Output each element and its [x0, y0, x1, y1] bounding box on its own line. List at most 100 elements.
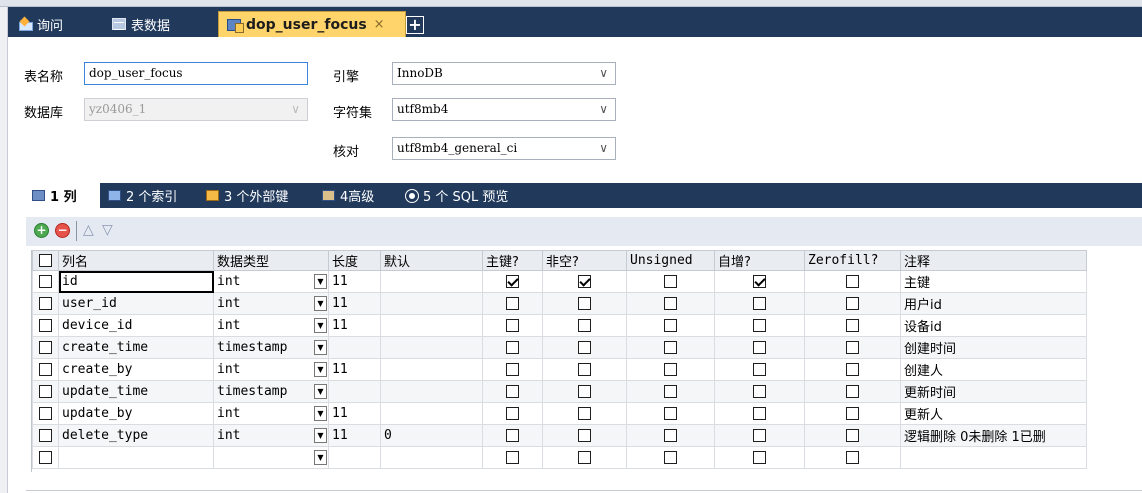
row-select-checkbox[interactable]	[39, 451, 52, 464]
primary-key-cell[interactable]	[482, 270, 543, 293]
auto-increment-cell[interactable]	[714, 270, 805, 293]
row-select-checkbox-cell[interactable]	[32, 336, 59, 359]
default-cell[interactable]	[380, 292, 483, 315]
not-null-checkbox[interactable]	[578, 451, 591, 464]
add-column-button[interactable]: +	[34, 223, 49, 238]
zerofill-cell[interactable]	[804, 446, 901, 469]
row-select-checkbox-cell[interactable]	[32, 314, 59, 337]
unsigned-cell[interactable]	[626, 446, 715, 469]
default-cell[interactable]	[380, 446, 483, 469]
dropdown-arrow-icon[interactable]: ▼	[314, 428, 327, 443]
row-select-checkbox-cell[interactable]	[32, 270, 59, 293]
zerofill-checkbox[interactable]	[846, 275, 859, 288]
not-null-checkbox[interactable]	[578, 429, 591, 442]
length-cell[interactable]: 11	[328, 424, 381, 447]
data-type-cell[interactable]: int ▼	[213, 424, 329, 447]
data-type-cell[interactable]: int ▼	[213, 314, 329, 337]
zerofill-checkbox[interactable]	[846, 429, 859, 442]
comment-cell[interactable]: 用户id	[900, 292, 1087, 315]
auto-increment-checkbox[interactable]	[753, 385, 766, 398]
primary-key-checkbox[interactable]	[506, 429, 519, 442]
primary-key-cell[interactable]	[482, 446, 543, 469]
unsigned-checkbox[interactable]	[664, 407, 677, 420]
subtab-sql-preview[interactable]: 5 个 SQL 预览	[400, 183, 550, 208]
unsigned-cell[interactable]	[626, 380, 715, 403]
zerofill-cell[interactable]	[804, 336, 901, 359]
primary-key-checkbox[interactable]	[506, 407, 519, 420]
not-null-cell[interactable]	[542, 380, 627, 403]
delete-column-button[interactable]: −	[55, 223, 70, 238]
move-up-button[interactable]: △	[83, 222, 94, 238]
unsigned-checkbox[interactable]	[664, 385, 677, 398]
row-select-checkbox[interactable]	[39, 319, 52, 332]
auto-increment-cell[interactable]	[714, 358, 805, 381]
table-row[interactable]: delete_type int ▼ 11 0 逻辑删除 0未删除 1已删	[32, 424, 1087, 447]
zerofill-cell[interactable]	[804, 402, 901, 425]
select-all-checkbox[interactable]	[39, 254, 52, 267]
column-name-cell[interactable]: device_id	[58, 314, 214, 337]
primary-key-checkbox[interactable]	[506, 297, 519, 310]
table-row[interactable]: user_id int ▼ 11 用户id	[32, 292, 1087, 315]
table-row[interactable]: device_id int ▼ 11 设备id	[32, 314, 1087, 337]
not-null-checkbox[interactable]	[578, 407, 591, 420]
subtab-columns[interactable]: 1 列	[26, 183, 100, 208]
not-null-checkbox[interactable]	[578, 297, 591, 310]
length-cell[interactable]	[328, 336, 381, 359]
header-auto-increment[interactable]: 自增?	[714, 250, 805, 271]
auto-increment-checkbox[interactable]	[753, 451, 766, 464]
length-cell[interactable]: 11	[328, 270, 381, 293]
not-null-cell[interactable]	[542, 402, 627, 425]
zerofill-cell[interactable]	[804, 424, 901, 447]
row-select-checkbox[interactable]	[39, 341, 52, 354]
dropdown-arrow-icon[interactable]: ▼	[314, 450, 327, 465]
comment-cell[interactable]: 逻辑删除 0未删除 1已删	[900, 424, 1087, 447]
length-cell[interactable]: 11	[328, 292, 381, 315]
auto-increment-cell[interactable]	[714, 292, 805, 315]
default-cell[interactable]	[380, 380, 483, 403]
row-select-checkbox[interactable]	[39, 407, 52, 420]
zerofill-cell[interactable]	[804, 358, 901, 381]
comment-cell[interactable]: 设备id	[900, 314, 1087, 337]
unsigned-checkbox[interactable]	[664, 363, 677, 376]
unsigned-cell[interactable]	[626, 270, 715, 293]
header-data-type[interactable]: 数据类型	[213, 250, 329, 271]
tab-table-data[interactable]: 表数据	[104, 11, 216, 37]
comment-cell[interactable]	[900, 446, 1087, 469]
unsigned-cell[interactable]	[626, 402, 715, 425]
auto-increment-checkbox[interactable]	[753, 319, 766, 332]
header-column-name[interactable]: 列名	[58, 250, 214, 271]
primary-key-cell[interactable]	[482, 402, 543, 425]
header-not-null[interactable]: 非空?	[542, 250, 627, 271]
auto-increment-cell[interactable]	[714, 380, 805, 403]
table-row[interactable]: id int ▼ 11 主键	[32, 270, 1087, 293]
row-select-checkbox-cell[interactable]	[32, 424, 59, 447]
zerofill-cell[interactable]	[804, 314, 901, 337]
header-comment[interactable]: 注释	[900, 250, 1087, 271]
data-type-cell[interactable]: ▼	[213, 446, 329, 469]
unsigned-cell[interactable]	[626, 292, 715, 315]
auto-increment-checkbox[interactable]	[753, 275, 766, 288]
table-row[interactable]: update_by int ▼ 11 更新人	[32, 402, 1087, 425]
zerofill-checkbox[interactable]	[846, 451, 859, 464]
primary-key-cell[interactable]	[482, 336, 543, 359]
default-cell[interactable]	[380, 402, 483, 425]
not-null-cell[interactable]	[542, 358, 627, 381]
comment-cell[interactable]: 创建人	[900, 358, 1087, 381]
data-type-cell[interactable]: int ▼	[213, 358, 329, 381]
charset-select[interactable]: utf8mb4 ∨	[392, 98, 616, 121]
not-null-checkbox[interactable]	[578, 319, 591, 332]
auto-increment-checkbox[interactable]	[753, 363, 766, 376]
row-select-checkbox-cell[interactable]	[32, 380, 59, 403]
header-primary-key[interactable]: 主键?	[482, 250, 543, 271]
primary-key-cell[interactable]	[482, 314, 543, 337]
row-select-checkbox[interactable]	[39, 297, 52, 310]
primary-key-cell[interactable]	[482, 424, 543, 447]
column-name-cell[interactable]: update_by	[58, 402, 214, 425]
dropdown-arrow-icon[interactable]: ▼	[314, 296, 327, 311]
not-null-cell[interactable]	[542, 270, 627, 293]
auto-increment-checkbox[interactable]	[753, 341, 766, 354]
auto-increment-checkbox[interactable]	[753, 429, 766, 442]
not-null-checkbox[interactable]	[578, 363, 591, 376]
primary-key-checkbox[interactable]	[506, 451, 519, 464]
dropdown-arrow-icon[interactable]: ▼	[314, 274, 327, 289]
